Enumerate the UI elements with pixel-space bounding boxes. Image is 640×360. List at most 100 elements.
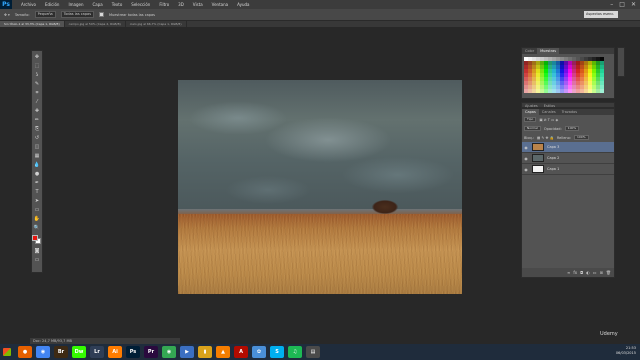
menu-edición[interactable]: Edición — [45, 2, 59, 7]
quick-select-tool-icon[interactable]: ✎ — [33, 81, 41, 87]
chrome-2-icon[interactable]: ◉ — [162, 346, 176, 358]
lasso-tool-icon[interactable]: ʖ — [33, 72, 41, 78]
visibility-eye-icon[interactable]: ◉ — [522, 167, 530, 172]
filter-icons[interactable]: ▣ ⊘ T ▭ ◈ — [539, 118, 558, 122]
type-tool-icon[interactable]: T — [33, 189, 41, 195]
close-button[interactable]: ✕ — [631, 1, 636, 8]
blend-mode-select[interactable]: Normal — [524, 126, 541, 131]
layer-row[interactable]: ◉ Capa 1 — [522, 164, 614, 175]
document-tab[interactable]: campo.jpg al 50% (Capa 2, RGB/8) — [64, 21, 126, 27]
foreground-color-swatch[interactable] — [32, 235, 38, 241]
group-icon[interactable]: ▭ — [593, 270, 597, 275]
visibility-eye-icon[interactable]: ◉ — [522, 145, 530, 150]
media-icon[interactable]: ▶ — [180, 346, 194, 358]
tab-color[interactable]: Color — [522, 48, 537, 54]
explorer-icon[interactable]: ▤ — [306, 346, 320, 358]
quick-mask-icon[interactable]: ◙ — [33, 248, 41, 254]
screen-mode-icon[interactable]: ▭ — [33, 257, 41, 263]
blend-row: Normal Opacidad: 100% — [522, 124, 614, 133]
menu-vista[interactable]: Vista — [193, 2, 203, 7]
clone-tool-icon[interactable]: ⎘ — [33, 126, 41, 132]
firefox-icon[interactable]: ● — [18, 346, 32, 358]
menu-imagen[interactable]: Imagen — [68, 2, 83, 7]
vlc-icon[interactable]: ▲ — [216, 346, 230, 358]
hand-tool-icon[interactable]: ✋ — [33, 216, 41, 222]
taskbar: ● ◉ Br Dw Lr Ai Ps Pr ◉ ▶ ▮ ▲ A ✿ S ♫ ▤ 21:53 06/03/2015 — [0, 344, 640, 360]
swatch[interactable] — [600, 89, 604, 93]
dodge-tool-icon[interactable]: ● — [33, 171, 41, 177]
tab-channels[interactable]: Canales — [539, 109, 559, 115]
layer-row[interactable]: ◉ Capa 2 — [522, 153, 614, 164]
fx-icon[interactable]: fx — [573, 270, 577, 275]
menu-selección[interactable]: Selección — [131, 2, 150, 7]
skype-icon[interactable]: S — [270, 346, 284, 358]
menu-texto[interactable]: Texto — [112, 2, 123, 7]
bridge-icon[interactable]: Br — [54, 346, 68, 358]
blur-tool-icon[interactable]: 💧 — [33, 162, 41, 168]
premiere-icon[interactable]: Pr — [144, 346, 158, 358]
link-icon[interactable]: ∞ — [567, 270, 570, 275]
collapsed-panels-strip[interactable] — [617, 47, 625, 77]
start-button[interactable] — [0, 344, 14, 360]
workspace-select[interactable]: Aspectos esenc. — [584, 11, 618, 18]
layers-panel: Capas Canales Trazados Tipo ▣ ⊘ T ▭ ◈ No… — [521, 108, 615, 278]
gradient-tool-icon[interactable]: ▦ — [33, 153, 41, 159]
menu-capa[interactable]: Capa — [93, 2, 103, 7]
move-tool-icon[interactable]: ✥ — [33, 54, 41, 60]
tree — [372, 200, 398, 214]
eraser-tool-icon[interactable]: ◫ — [33, 144, 41, 150]
zoom-tool-icon[interactable]: 🔍 — [33, 225, 41, 231]
document-canvas[interactable] — [178, 80, 462, 294]
tool-preset-icon[interactable]: ✥ ▾ — [4, 13, 10, 17]
lock-label: Bloq.: — [524, 135, 535, 140]
menu-archivo[interactable]: Archivo — [21, 2, 36, 7]
spotify-icon[interactable]: ♫ — [288, 346, 302, 358]
illustrator-icon[interactable]: Ai — [108, 346, 122, 358]
healing-tool-icon[interactable]: ✚ — [33, 108, 41, 114]
layer-row[interactable]: ◉ Capa 3 — [522, 142, 614, 153]
menu-ventana[interactable]: Ventana — [212, 2, 228, 7]
size-select[interactable]: Pequeña — [34, 11, 56, 18]
minimize-button[interactable]: – — [610, 1, 613, 8]
marquee-tool-icon[interactable]: ⬚ — [33, 63, 41, 69]
acrobat-icon[interactable]: A — [234, 346, 248, 358]
mask-icon[interactable]: ◘ — [580, 270, 583, 275]
sample-select[interactable]: Todas las capas — [60, 11, 95, 18]
tool-list: ✥ ⬚ ʖ ✎ ⌗ ⁄ ✚ ✏ ⎘ ↺ ◫ ▦ 💧 ● ✒ T ➤ ▭ ✋ 🔍 — [32, 54, 42, 231]
opacity-input[interactable]: 100% — [564, 126, 580, 131]
menu-ayuda[interactable]: Ayuda — [237, 2, 249, 7]
dreamweaver-icon[interactable]: Dw — [72, 346, 86, 358]
photoshop-icon[interactable]: Ps — [126, 346, 140, 358]
tab-adjustments[interactable]: Ajustes — [522, 103, 541, 108]
sample-all-layers-checkbox[interactable] — [99, 12, 105, 17]
history-brush-tool-icon[interactable]: ↺ — [33, 135, 41, 141]
menu-3d[interactable]: 3D — [178, 2, 184, 7]
kind-filter-select[interactable]: Tipo — [524, 117, 537, 122]
eyedropper-tool-icon[interactable]: ⁄ — [33, 99, 41, 105]
tab-layers[interactable]: Capas — [522, 109, 539, 115]
shape-tool-icon[interactable]: ▭ — [33, 207, 41, 213]
tab-paths[interactable]: Trazados — [559, 109, 580, 115]
brush-tool-icon[interactable]: ✏ — [33, 117, 41, 123]
visibility-eye-icon[interactable]: ◉ — [522, 156, 530, 161]
crop-tool-icon[interactable]: ⌗ — [33, 90, 41, 96]
layer-thumbnail — [532, 143, 544, 151]
files-icon[interactable]: ▮ — [198, 346, 212, 358]
lock-icons[interactable]: ▦ ✎ ✥ 🔒 — [537, 136, 554, 140]
menu-items: Archivo Edición Imagen Capa Texto Selección Fi… — [12, 2, 249, 7]
document-tab[interactable]: Sin título-1 al 33,3% (Capa 1, RGB/8) — [0, 21, 65, 27]
fill-input[interactable]: 100% — [573, 135, 589, 140]
path-select-tool-icon[interactable]: ➤ — [33, 198, 41, 204]
tab-swatches[interactable]: Muestras — [537, 48, 560, 54]
menu-filtro[interactable]: Filtro — [159, 2, 169, 7]
pen-tool-icon[interactable]: ✒ — [33, 180, 41, 186]
photos-icon[interactable]: ✿ — [252, 346, 266, 358]
maximize-button[interactable]: □ — [619, 1, 625, 8]
tab-styles[interactable]: Estilos — [541, 103, 558, 108]
new-layer-icon[interactable]: ⊞ — [600, 270, 603, 275]
adjustment-icon[interactable]: ◐ — [586, 270, 590, 275]
lightroom-icon[interactable]: Lr — [90, 346, 104, 358]
trash-icon[interactable]: 🗑 — [606, 270, 611, 275]
chrome-icon[interactable]: ◉ — [36, 346, 50, 358]
document-tab[interactable]: cielo.jpg al 66,7% (Capa 1, RGB/8) — [125, 21, 187, 27]
